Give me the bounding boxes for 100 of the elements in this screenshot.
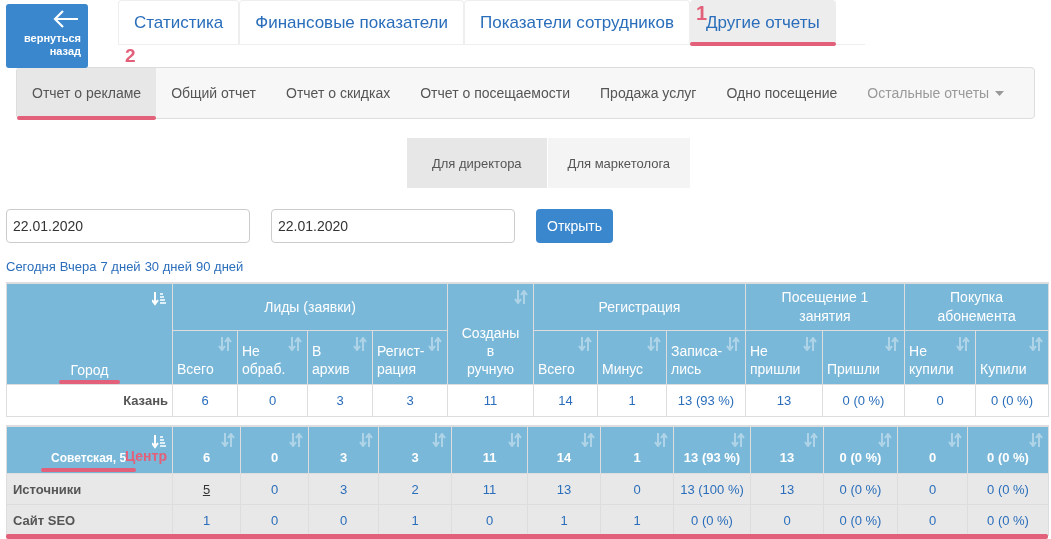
total-header[interactable]: 14 bbox=[527, 426, 601, 474]
table-cell: 0 bbox=[339, 512, 348, 528]
table-cell: 0 bbox=[783, 512, 791, 528]
table-cell: 13 bbox=[745, 384, 823, 417]
sort-icon bbox=[218, 337, 232, 351]
sort-icon bbox=[152, 435, 166, 449]
sort-icon bbox=[885, 337, 899, 351]
sort-icon bbox=[654, 433, 668, 447]
sort-icon bbox=[948, 433, 962, 447]
total-header[interactable]: 13 (93 %) bbox=[673, 426, 751, 474]
column-group-header: Лиды (заявки) bbox=[172, 283, 448, 331]
total-header[interactable]: 3 bbox=[378, 426, 452, 474]
date-to-field[interactable]: 22.01.2020 bbox=[271, 209, 515, 243]
column-header[interactable]: Минус bbox=[597, 330, 667, 385]
column-header[interactable]: Созданы в ручную bbox=[447, 283, 534, 385]
table-cell: 13 bbox=[556, 481, 572, 497]
open-button[interactable]: Открыть bbox=[536, 209, 613, 243]
audience-tab[interactable]: Для маркетолога bbox=[547, 138, 691, 188]
total-header[interactable]: 0 (0 %) bbox=[967, 426, 1049, 474]
column-header[interactable]: В архив bbox=[307, 330, 373, 385]
sort-icon bbox=[581, 433, 595, 447]
total-header[interactable]: 11 bbox=[451, 426, 528, 474]
report-nav-item[interactable]: Одно посещение bbox=[711, 68, 853, 118]
sort-icon bbox=[726, 337, 740, 351]
sort-icon bbox=[878, 433, 892, 447]
caret-icon bbox=[995, 90, 1005, 96]
sort-icon bbox=[956, 337, 970, 351]
report-nav-item[interactable]: Отчет о скидках bbox=[271, 68, 406, 118]
table-link[interactable]: 5 bbox=[202, 481, 211, 497]
date-range-link[interactable]: Сегодня bbox=[6, 259, 56, 274]
column-group-header: Покупка абонемента bbox=[904, 283, 1049, 331]
sort-icon bbox=[288, 337, 302, 351]
table-cell: 0 (0 %) bbox=[987, 481, 1029, 497]
column-header[interactable]: Не купили bbox=[904, 330, 976, 385]
date-from-field[interactable]: 22.01.2020 bbox=[6, 209, 250, 243]
report-tab[interactable]: Финансовые показатели bbox=[239, 0, 465, 44]
column-header[interactable]: Записа- лись bbox=[666, 330, 746, 385]
total-header[interactable]: 0 bbox=[240, 426, 309, 474]
sort-icon bbox=[803, 337, 817, 351]
table-cell: 14 bbox=[533, 384, 598, 417]
date-range-link[interactable]: 7 дней bbox=[100, 259, 141, 274]
table-cell: 1 bbox=[560, 512, 568, 528]
column-header[interactable]: Не обраб. bbox=[237, 330, 308, 385]
table-cell: 13 (100 %) bbox=[680, 481, 744, 497]
total-header[interactable]: 6 bbox=[172, 426, 241, 474]
table-cell: 0 (0 %) bbox=[839, 512, 882, 528]
total-header[interactable]: 3 bbox=[308, 426, 379, 474]
table-cell: 6 bbox=[172, 384, 238, 417]
column-header[interactable]: Не пришли bbox=[745, 330, 823, 385]
column-header[interactable]: Регист- рация bbox=[372, 330, 448, 385]
sort-icon bbox=[731, 433, 745, 447]
column-group-header: Регистрация bbox=[533, 283, 746, 331]
table-cell: 0 bbox=[928, 481, 937, 497]
date-range-link[interactable]: Вчера bbox=[59, 259, 97, 274]
sort-icon bbox=[353, 337, 367, 351]
date-range-link[interactable]: 90 дней bbox=[195, 259, 244, 274]
report-nav-item[interactable]: Отчет о посещаемости bbox=[405, 68, 586, 118]
table-cell: 0 (0 %) bbox=[987, 512, 1029, 528]
column-header[interactable]: Всего bbox=[533, 330, 598, 385]
table-cell: 3 bbox=[339, 481, 348, 497]
annotation-number: 1 bbox=[696, 2, 708, 24]
table-cell: 1 bbox=[202, 512, 211, 528]
sort-icon bbox=[289, 433, 303, 447]
total-header[interactable]: 13 bbox=[750, 426, 824, 474]
column-header[interactable]: Купили bbox=[975, 330, 1049, 385]
table-cell: 0 (0 %) bbox=[691, 512, 733, 528]
source-cell: Источники bbox=[6, 473, 173, 505]
table-cell: 2 bbox=[411, 481, 419, 497]
audience-tab[interactable]: Для директора bbox=[406, 138, 547, 188]
total-header[interactable]: 0 bbox=[897, 426, 968, 474]
report-nav-item[interactable]: Общий отчет bbox=[156, 68, 271, 118]
sort-icon bbox=[514, 290, 528, 304]
date-range-link[interactable]: 30 дней bbox=[144, 259, 192, 274]
table-cell: 0 bbox=[270, 512, 279, 528]
report-tab[interactable]: Показатели сотрудников bbox=[464, 0, 690, 44]
annotation-number: 2 bbox=[125, 45, 136, 66]
table-cell: 0 bbox=[928, 512, 937, 528]
column-group-header: Посещение 1 занятия bbox=[745, 283, 905, 331]
report-nav-item[interactable]: Продажа услуг bbox=[585, 68, 712, 118]
sort-icon bbox=[578, 337, 592, 351]
sort-icon bbox=[508, 433, 522, 447]
table-cell: 3 bbox=[307, 384, 373, 417]
table-cell: 11 bbox=[482, 481, 497, 497]
column-header[interactable]: Всего bbox=[172, 330, 238, 385]
column-header[interactable]: Город bbox=[6, 283, 173, 385]
table-cell: 0 bbox=[270, 481, 279, 497]
report-nav-item[interactable]: Отчет о рекламе bbox=[17, 68, 157, 118]
sort-icon bbox=[1029, 337, 1044, 351]
total-header[interactable]: 0 (0 %) bbox=[823, 426, 898, 474]
sort-icon bbox=[221, 433, 235, 447]
report-nav-item[interactable]: Остальные отчеты bbox=[852, 68, 1020, 118]
table-cell: 0 bbox=[904, 384, 976, 417]
table-cell: 0 (0 %) bbox=[839, 481, 882, 497]
back-button[interactable]: вернуться назад bbox=[6, 4, 88, 68]
sort-icon bbox=[1029, 433, 1043, 447]
column-header[interactable]: Пришли bbox=[822, 330, 905, 385]
table-cell: 0 bbox=[237, 384, 308, 417]
report-tab[interactable]: Статистика bbox=[118, 0, 240, 44]
total-header[interactable]: 1 bbox=[600, 426, 674, 474]
table-cell: 13 bbox=[779, 481, 795, 497]
